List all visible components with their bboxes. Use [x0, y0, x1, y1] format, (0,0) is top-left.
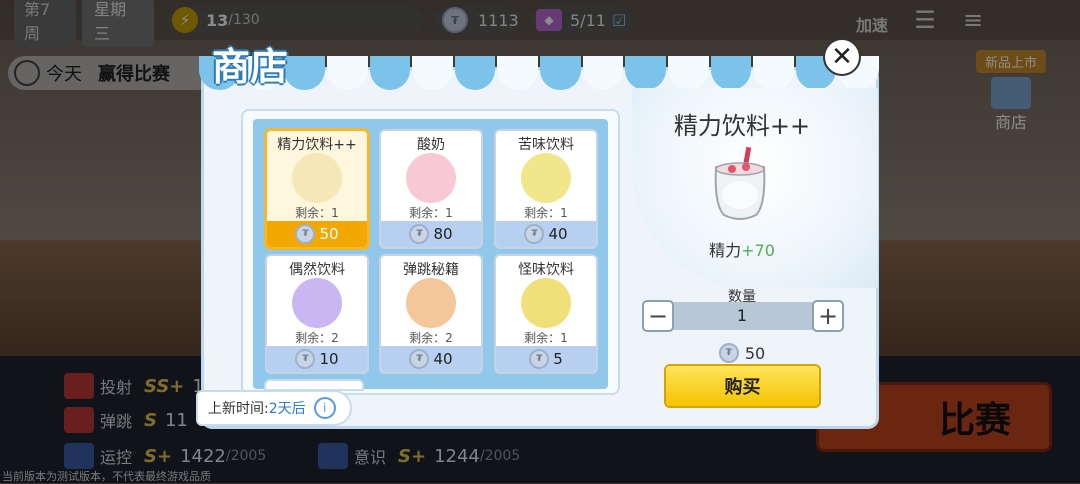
restock-label: 上新时间: — [208, 401, 269, 417]
coin-icon: ₮ — [718, 343, 739, 363]
item-price-value: 40 — [433, 350, 453, 368]
item-card-energy-drink[interactable]: 精力饮料++ 剩余：1 ₮ 50 — [267, 131, 367, 247]
item-name: 酸奶 — [417, 137, 445, 153]
item-stock: 剩余：2 — [295, 331, 339, 345]
item-name: 偶然饮料 — [289, 262, 345, 278]
restock-value: 2天后 — [268, 401, 306, 417]
item-price: ₮ 5 — [496, 346, 596, 372]
item-stock: 剩余：1 — [524, 331, 568, 345]
buy-button[interactable]: 购买 — [666, 366, 819, 406]
item-grid: 精力饮料++ 剩余：1 ₮ 50 酸奶 剩余：1 ₮ 80 苦味饮料 剩余：1 ₮ 4… — [253, 119, 608, 389]
item-name: 苦味饮料 — [518, 137, 574, 153]
item-stock: 剩余：1 — [295, 206, 339, 220]
coin-icon: ₮ — [529, 349, 550, 369]
effect-label: 精力 — [709, 241, 742, 260]
item-stock: 剩余：2 — [409, 331, 453, 345]
bottle-icon — [292, 278, 342, 328]
detail-item-name: 精力饮料++ — [673, 112, 811, 140]
item-name: 弹跳秘籍 — [403, 262, 459, 278]
buy-button-label: 购买 — [724, 377, 761, 398]
item-card-random-drink[interactable]: 偶然饮料 剩余：2 ₮ 10 — [267, 256, 367, 372]
item-price: ₮ 50 — [267, 221, 367, 247]
close-icon: ✕ — [831, 42, 853, 72]
item-card-jump-book[interactable]: 弹跳秘籍 剩余：2 ₮ 40 — [381, 256, 481, 372]
coin-icon: ₮ — [295, 349, 316, 369]
shop-title: 商店 — [212, 45, 289, 89]
total-price-value: 50 — [744, 343, 766, 363]
quantity-value[interactable]: 1 — [676, 306, 808, 325]
bottle-icon — [521, 278, 571, 328]
item-price-value: 50 — [319, 225, 339, 243]
restock-timer: 上新时间: 2天后 i — [198, 392, 350, 424]
item-card-yogurt[interactable]: 酸奶 剩余：1 ₮ 80 — [381, 131, 481, 247]
coin-icon: ₮ — [409, 349, 430, 369]
item-card-weird-drink[interactable]: 怪味饮料 剩余：1 ₮ 5 — [496, 256, 596, 372]
item-name: 精力饮料++ — [277, 137, 357, 153]
coin-icon: ₮ — [295, 224, 316, 244]
item-name: 怪味饮料 — [518, 262, 574, 278]
close-button[interactable]: ✕ — [823, 38, 861, 76]
item-card-bitter-drink[interactable]: 苦味饮料 剩余：1 ₮ 40 — [496, 131, 596, 247]
item-price: ₮ 40 — [381, 346, 481, 372]
minus-icon: − — [647, 302, 669, 330]
next-row-peek — [266, 381, 362, 389]
coin-icon: ₮ — [409, 224, 430, 244]
item-price: ₮ 80 — [381, 221, 481, 247]
item-price-value: 40 — [548, 225, 568, 243]
energy-drink-icon — [714, 146, 766, 220]
item-price: ₮ 10 — [267, 346, 367, 372]
shop-awning — [198, 56, 880, 90]
yogurt-icon — [406, 153, 456, 203]
detail-effect: 精力+70 — [640, 237, 844, 261]
plus-icon: + — [817, 302, 839, 330]
item-price-value: 10 — [319, 350, 339, 368]
increase-button[interactable]: + — [814, 302, 842, 330]
effect-value: +70 — [741, 241, 775, 260]
item-price-value: 5 — [553, 350, 563, 368]
item-grid-panel: 精力饮料++ 剩余：1 ₮ 50 酸奶 剩余：1 ₮ 80 苦味饮料 剩余：1 ₮ 4… — [243, 111, 618, 393]
decrease-button[interactable]: − — [644, 302, 672, 330]
item-stock: 剩余：1 — [524, 206, 568, 220]
item-price: ₮ 40 — [496, 221, 596, 247]
item-stock: 剩余：1 — [409, 206, 453, 220]
coin-icon: ₮ — [524, 224, 545, 244]
info-icon[interactable]: i — [313, 397, 336, 419]
bottle-icon — [521, 153, 571, 203]
item-price-value: 80 — [433, 225, 453, 243]
book-icon — [406, 278, 456, 328]
total-price: ₮ 50 — [680, 343, 804, 363]
energy-drink-icon — [292, 153, 342, 203]
